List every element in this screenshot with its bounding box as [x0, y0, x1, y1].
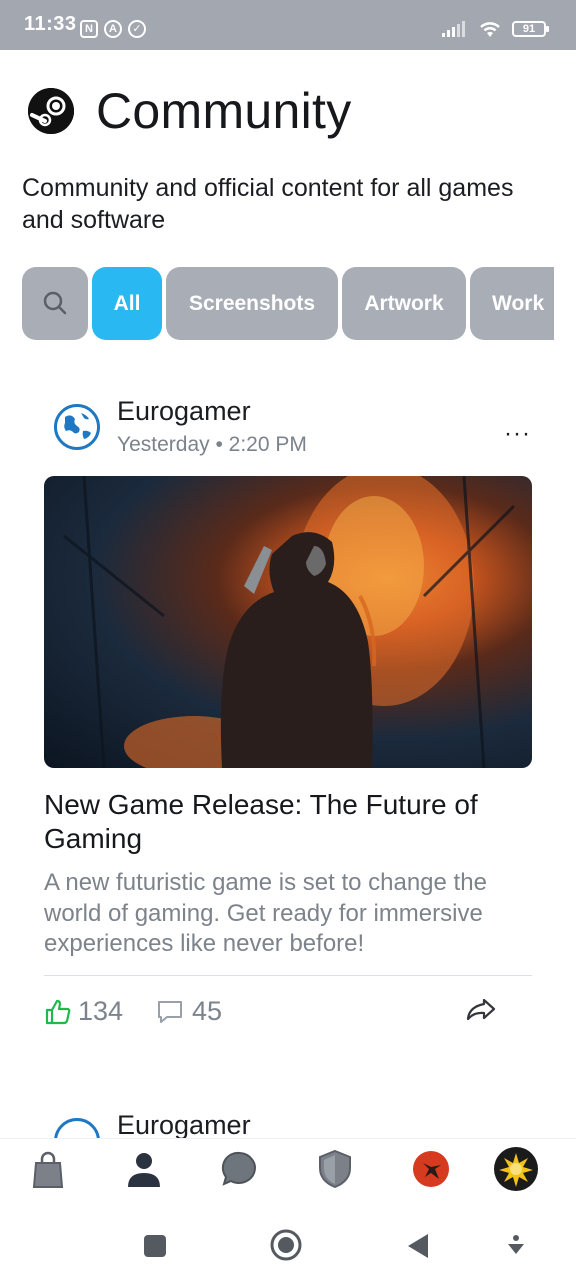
share-button[interactable] [464, 996, 498, 1029]
post-time: Yesterday • 2:20 PM [117, 433, 307, 456]
author-avatar[interactable] [54, 404, 100, 450]
thumbs-up-icon [45, 999, 71, 1024]
page-title: Community [96, 83, 352, 139]
search-icon [43, 291, 67, 315]
post-card[interactable]: Eurogamer [44, 1106, 532, 1138]
post-image[interactable] [44, 476, 532, 768]
a-icon: A [104, 20, 122, 38]
wifi-icon [480, 22, 500, 37]
page-subtitle: Community and official content for all g… [22, 174, 514, 234]
sun-icon [494, 1147, 538, 1191]
post-author[interactable]: Eurogamer [117, 1110, 251, 1138]
filter-workshop[interactable]: Work [470, 267, 554, 340]
chevron-down-icon [508, 1235, 524, 1254]
tab-profile-avatar[interactable] [494, 1147, 538, 1191]
tab-game[interactable] [409, 1147, 453, 1191]
post-author[interactable]: Eurogamer [117, 396, 251, 427]
comment-icon [158, 1000, 182, 1023]
filter-chips: All Screenshots Artwork Work [22, 267, 554, 341]
status-system-icons: 91 [442, 20, 549, 38]
assistant-button[interactable] [506, 1234, 526, 1263]
check-icon: ✓ [128, 20, 146, 38]
battery-icon: 91 [512, 21, 549, 37]
tab-store[interactable] [26, 1147, 70, 1191]
search-button[interactable] [22, 267, 88, 340]
status-bar: 11:33 N A ✓ 91 [0, 0, 576, 50]
store-bag-icon [32, 1151, 64, 1188]
steam-logo-icon [28, 88, 74, 134]
bottom-tab-bar [0, 1138, 576, 1201]
square-icon [144, 1235, 166, 1257]
shield-icon [319, 1149, 351, 1189]
tab-guard[interactable] [313, 1147, 357, 1191]
status-time: 11:33 [24, 13, 77, 35]
comment-count: 45 [192, 996, 223, 1026]
recents-button[interactable] [143, 1234, 167, 1263]
home-button[interactable] [270, 1229, 302, 1266]
back-button[interactable] [406, 1232, 430, 1265]
tab-community[interactable] [122, 1147, 166, 1191]
system-nav-bar [0, 1200, 576, 1280]
comment-button[interactable]: 45 [156, 996, 222, 1027]
post-body: A new futuristic game is set to change t… [44, 869, 487, 957]
filter-screenshots[interactable]: Screenshots [166, 267, 338, 340]
post-title[interactable]: New Game Release: The Future of Gaming [44, 788, 524, 856]
filter-artwork[interactable]: Artwork [342, 267, 466, 340]
share-icon [466, 998, 496, 1021]
filter-all[interactable]: All [92, 267, 162, 340]
status-notification-icons: N A ✓ [80, 20, 146, 38]
chat-icon [221, 1151, 256, 1186]
home-circle-icon [270, 1229, 302, 1261]
post-divider [44, 975, 532, 976]
globe-icon [57, 407, 97, 447]
signal-icon [442, 21, 465, 37]
game-icon [413, 1151, 449, 1187]
like-button[interactable]: 134 [44, 996, 123, 1027]
tab-chat[interactable] [218, 1147, 262, 1191]
nfc-icon: N [80, 20, 98, 38]
like-count: 134 [78, 996, 124, 1026]
back-triangle-icon [408, 1234, 428, 1258]
page-header: Community [28, 82, 352, 140]
more-options-button[interactable]: ··· [504, 420, 531, 448]
author-avatar[interactable] [54, 1118, 100, 1138]
profile-icon [128, 1153, 160, 1187]
